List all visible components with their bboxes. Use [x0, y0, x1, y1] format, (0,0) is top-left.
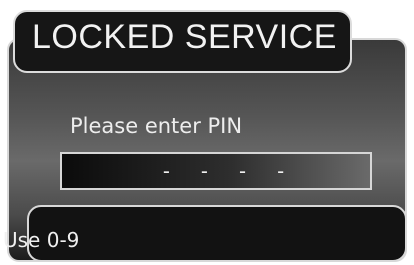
locked-service-screen: LOCKED SERVICE Please enter PIN - - - - … [0, 0, 414, 265]
pin-prompt-label: Please enter PIN [70, 114, 243, 138]
hint-text: Use 0-9 [3, 228, 80, 252]
pin-input-value: - - - - [160, 159, 294, 183]
pin-input-field[interactable]: - - - - [60, 152, 372, 190]
hint-bar [27, 205, 407, 262]
dialog-title: LOCKED SERVICE [32, 18, 337, 56]
